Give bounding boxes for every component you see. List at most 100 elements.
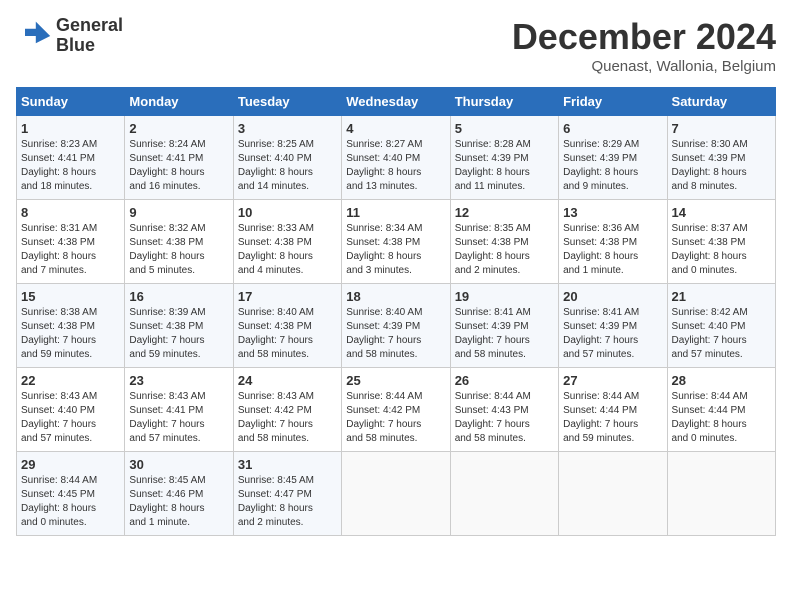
calendar-cell: 28Sunrise: 8:44 AM Sunset: 4:44 PM Dayli…	[667, 368, 775, 452]
calendar-cell: 13 Sunrise: 8:36 AM Sunset: 4:38 PM Dayli…	[559, 200, 667, 284]
day-number: 6	[563, 121, 662, 136]
calendar-cell: 24Sunrise: 8:43 AM Sunset: 4:42 PM Dayli…	[233, 368, 341, 452]
calendar-cell: 17 Sunrise: 8:40 AM Sunset: 4:38 PM Dayli…	[233, 284, 341, 368]
day-header-friday: Friday	[559, 88, 667, 116]
day-number: 12	[455, 205, 554, 220]
day-info: Sunrise: 8:35 AM Sunset: 4:38 PM Dayligh…	[455, 222, 554, 278]
title-block: December 2024 Quenast, Wallonia, Belgium	[512, 16, 776, 75]
calendar-cell: 25 Sunrise: 8:44 AM Sunset: 4:42 PM Dayli…	[342, 368, 450, 452]
calendar-cell: 5 Sunrise: 8:28 AM Sunset: 4:39 PM Daylig…	[450, 116, 558, 200]
day-number: 11	[346, 205, 445, 220]
calendar-cell	[559, 452, 667, 536]
calendar-cell: 6Sunrise: 8:29 AM Sunset: 4:39 PM Daylig…	[559, 116, 667, 200]
day-info: Sunrise: 8:32 AM Sunset: 4:38 PM Dayligh…	[129, 222, 228, 278]
calendar-cell: 29 Sunrise: 8:44 AM Sunset: 4:45 PM Dayli…	[17, 452, 125, 536]
day-info: Sunrise: 8:44 AM Sunset: 4:44 PM Dayligh…	[563, 390, 662, 446]
calendar-cell: 27 Sunrise: 8:44 AM Sunset: 4:44 PM Dayli…	[559, 368, 667, 452]
day-info: Sunrise: 8:44 AM Sunset: 4:43 PM Dayligh…	[455, 390, 554, 446]
page-header: General Blue December 2024 Quenast, Wall…	[16, 16, 776, 75]
day-number: 1	[21, 121, 120, 136]
day-number: 25	[346, 373, 445, 388]
calendar-cell: 11 Sunrise: 8:34 AM Sunset: 4:38 PM Dayli…	[342, 200, 450, 284]
day-number: 16	[129, 289, 228, 304]
day-number: 27	[563, 373, 662, 388]
day-number: 8	[21, 205, 120, 220]
logo-text: General Blue	[56, 16, 123, 56]
day-number: 21	[672, 289, 771, 304]
day-number: 29	[21, 457, 120, 472]
month-title: December 2024	[512, 16, 776, 58]
calendar-header-row: SundayMondayTuesdayWednesdayThursdayFrid…	[17, 88, 776, 116]
day-info: Sunrise: 8:23 AM Sunset: 4:41 PM Dayligh…	[21, 138, 120, 194]
calendar-cell: 14Sunrise: 8:37 AM Sunset: 4:38 PM Dayli…	[667, 200, 775, 284]
calendar-cell: 2Sunrise: 8:24 AM Sunset: 4:41 PM Daylig…	[125, 116, 233, 200]
calendar-week-row: 8 Sunrise: 8:31 AM Sunset: 4:38 PM Daylig…	[17, 200, 776, 284]
day-number: 3	[238, 121, 337, 136]
day-info: Sunrise: 8:34 AM Sunset: 4:38 PM Dayligh…	[346, 222, 445, 278]
logo: General Blue	[16, 16, 123, 56]
day-info: Sunrise: 8:30 AM Sunset: 4:39 PM Dayligh…	[672, 138, 771, 194]
day-number: 23	[129, 373, 228, 388]
day-number: 30	[129, 457, 228, 472]
day-header-monday: Monday	[125, 88, 233, 116]
day-info: Sunrise: 8:43 AM Sunset: 4:41 PM Dayligh…	[129, 390, 228, 446]
day-number: 20	[563, 289, 662, 304]
day-number: 5	[455, 121, 554, 136]
calendar-cell: 7 Sunrise: 8:30 AM Sunset: 4:39 PM Daylig…	[667, 116, 775, 200]
day-info: Sunrise: 8:25 AM Sunset: 4:40 PM Dayligh…	[238, 138, 337, 194]
day-number: 26	[455, 373, 554, 388]
calendar-cell: 8 Sunrise: 8:31 AM Sunset: 4:38 PM Daylig…	[17, 200, 125, 284]
day-info: Sunrise: 8:45 AM Sunset: 4:46 PM Dayligh…	[129, 474, 228, 530]
calendar-cell	[342, 452, 450, 536]
day-info: Sunrise: 8:38 AM Sunset: 4:38 PM Dayligh…	[21, 306, 120, 362]
day-info: Sunrise: 8:43 AM Sunset: 4:40 PM Dayligh…	[21, 390, 120, 446]
calendar-body: 1 Sunrise: 8:23 AM Sunset: 4:41 PM Daylig…	[17, 116, 776, 536]
day-number: 31	[238, 457, 337, 472]
day-info: Sunrise: 8:36 AM Sunset: 4:38 PM Dayligh…	[563, 222, 662, 278]
day-info: Sunrise: 8:40 AM Sunset: 4:38 PM Dayligh…	[238, 306, 337, 362]
day-number: 9	[129, 205, 228, 220]
calendar-week-row: 1 Sunrise: 8:23 AM Sunset: 4:41 PM Daylig…	[17, 116, 776, 200]
day-number: 17	[238, 289, 337, 304]
calendar-cell: 23 Sunrise: 8:43 AM Sunset: 4:41 PM Dayli…	[125, 368, 233, 452]
day-info: Sunrise: 8:41 AM Sunset: 4:39 PM Dayligh…	[455, 306, 554, 362]
day-info: Sunrise: 8:31 AM Sunset: 4:38 PM Dayligh…	[21, 222, 120, 278]
day-number: 24	[238, 373, 337, 388]
day-info: Sunrise: 8:45 AM Sunset: 4:47 PM Dayligh…	[238, 474, 337, 530]
calendar-cell: 1 Sunrise: 8:23 AM Sunset: 4:41 PM Daylig…	[17, 116, 125, 200]
day-number: 4	[346, 121, 445, 136]
calendar-week-row: 22 Sunrise: 8:43 AM Sunset: 4:40 PM Dayli…	[17, 368, 776, 452]
calendar-week-row: 29 Sunrise: 8:44 AM Sunset: 4:45 PM Dayli…	[17, 452, 776, 536]
day-info: Sunrise: 8:28 AM Sunset: 4:39 PM Dayligh…	[455, 138, 554, 194]
calendar-cell: 26 Sunrise: 8:44 AM Sunset: 4:43 PM Dayli…	[450, 368, 558, 452]
day-header-saturday: Saturday	[667, 88, 775, 116]
calendar-cell: 22 Sunrise: 8:43 AM Sunset: 4:40 PM Dayli…	[17, 368, 125, 452]
day-number: 22	[21, 373, 120, 388]
day-number: 18	[346, 289, 445, 304]
calendar-cell	[667, 452, 775, 536]
calendar-cell: 18 Sunrise: 8:40 AM Sunset: 4:39 PM Dayli…	[342, 284, 450, 368]
day-info: Sunrise: 8:24 AM Sunset: 4:41 PM Dayligh…	[129, 138, 228, 194]
day-info: Sunrise: 8:40 AM Sunset: 4:39 PM Dayligh…	[346, 306, 445, 362]
day-number: 7	[672, 121, 771, 136]
day-info: Sunrise: 8:33 AM Sunset: 4:38 PM Dayligh…	[238, 222, 337, 278]
day-header-thursday: Thursday	[450, 88, 558, 116]
calendar-week-row: 15Sunrise: 8:38 AM Sunset: 4:38 PM Dayli…	[17, 284, 776, 368]
calendar-cell: 12 Sunrise: 8:35 AM Sunset: 4:38 PM Dayli…	[450, 200, 558, 284]
day-info: Sunrise: 8:41 AM Sunset: 4:39 PM Dayligh…	[563, 306, 662, 362]
day-info: Sunrise: 8:44 AM Sunset: 4:42 PM Dayligh…	[346, 390, 445, 446]
location-subtitle: Quenast, Wallonia, Belgium	[512, 58, 776, 75]
day-info: Sunrise: 8:27 AM Sunset: 4:40 PM Dayligh…	[346, 138, 445, 194]
logo-icon	[16, 18, 52, 54]
day-info: Sunrise: 8:44 AM Sunset: 4:45 PM Dayligh…	[21, 474, 120, 530]
calendar-cell: 20 Sunrise: 8:41 AM Sunset: 4:39 PM Dayli…	[559, 284, 667, 368]
calendar-cell: 21Sunrise: 8:42 AM Sunset: 4:40 PM Dayli…	[667, 284, 775, 368]
calendar-cell: 19Sunrise: 8:41 AM Sunset: 4:39 PM Dayli…	[450, 284, 558, 368]
day-header-wednesday: Wednesday	[342, 88, 450, 116]
day-header-tuesday: Tuesday	[233, 88, 341, 116]
calendar-cell: 3 Sunrise: 8:25 AM Sunset: 4:40 PM Daylig…	[233, 116, 341, 200]
calendar-cell: 10Sunrise: 8:33 AM Sunset: 4:38 PM Dayli…	[233, 200, 341, 284]
day-header-sunday: Sunday	[17, 88, 125, 116]
day-info: Sunrise: 8:37 AM Sunset: 4:38 PM Dayligh…	[672, 222, 771, 278]
day-number: 13	[563, 205, 662, 220]
